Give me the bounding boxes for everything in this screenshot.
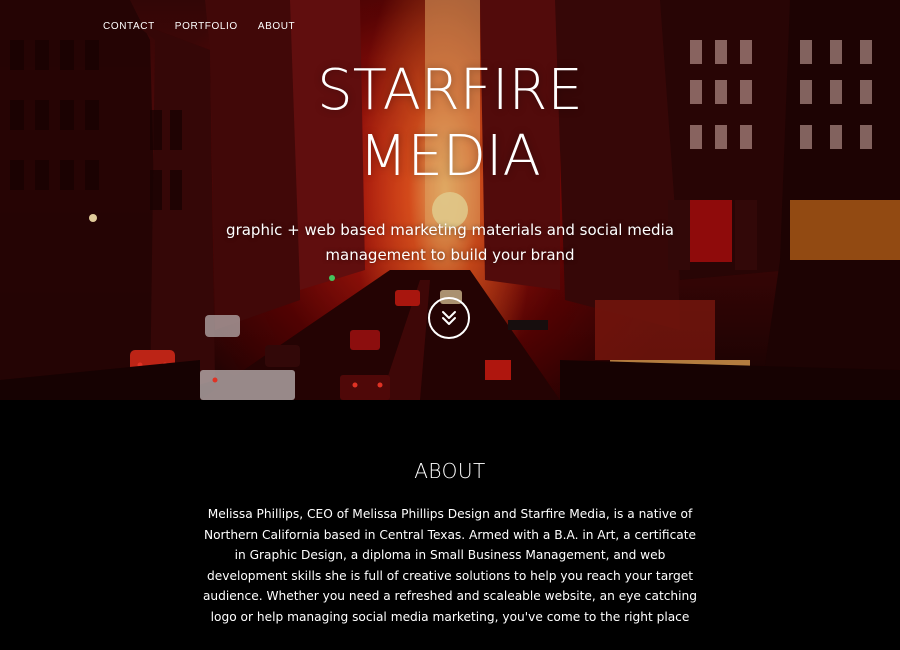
nav-link-contact[interactable]: CONTACT — [103, 20, 155, 34]
nav-link-about[interactable]: ABOUT — [258, 20, 295, 34]
about-section: ABOUT Melissa Phillips, CEO of Melissa P… — [0, 400, 900, 650]
site-title-line2: MEDIA — [359, 124, 541, 189]
top-nav: CONTACT PORTFOLIO ABOUT — [103, 20, 315, 34]
about-heading: ABOUT — [414, 459, 486, 483]
about-body: Melissa Phillips, CEO of Melissa Phillip… — [202, 507, 698, 624]
nav-link-portfolio[interactable]: PORTFOLIO — [175, 20, 238, 34]
page: CONTACT PORTFOLIO ABOUT STARFIRE MEDIA g… — [0, 0, 900, 650]
site-title: STARFIRE MEDIA — [0, 58, 900, 190]
hero-tagline: graphic + web based marketing materials … — [226, 221, 674, 264]
site-title-line1: STARFIRE — [317, 58, 583, 123]
double-chevron-down-icon — [442, 311, 456, 325]
hero-section: CONTACT PORTFOLIO ABOUT STARFIRE MEDIA g… — [0, 0, 900, 400]
scroll-down-button[interactable] — [428, 297, 470, 339]
